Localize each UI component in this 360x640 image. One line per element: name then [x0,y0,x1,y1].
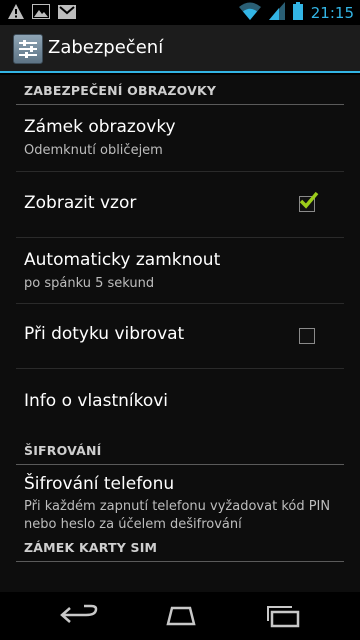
settings-icon[interactable] [13,34,43,64]
item-title: Zobrazit vzor [24,193,137,213]
item-summary: po spánku 5 sekund [24,276,155,291]
status-time: 21:15 [310,4,354,22]
recents-icon[interactable] [262,604,304,632]
item-title: Při dotyku vibrovat [24,324,185,344]
notification-icons [8,4,76,23]
section-header-sim-lock: ZÁMEK KARTY SIM [16,535,344,562]
warning-icon [8,4,24,23]
owner-info-item[interactable]: Info o vlastníkovi [16,369,344,435]
item-title: Zámek obrazovky [24,117,176,137]
image-icon [32,4,50,23]
gmail-icon [58,4,76,23]
item-summary: Odemknutí obličejem [24,143,163,158]
section-header-label: ŠIFROVÁNÍ [24,443,102,458]
screen-lock-item[interactable]: Zámek obrazovky Odemknutí obličejem [16,105,344,172]
system-icons: 21:15 [238,2,354,24]
section-header-label: ZABEZPEČENÍ OBRAZOVKY [24,83,217,98]
show-pattern-item[interactable]: Zobrazit vzor [16,172,344,238]
home-icon[interactable] [160,604,202,630]
section-header-screen-security: ZABEZPEČENÍ OBRAZOVKY [16,75,344,105]
signal-icon [268,2,285,24]
vibrate-on-touch-checkbox[interactable] [299,328,315,344]
page-title: Zabezpečení [48,37,164,58]
encrypt-phone-item[interactable]: Šifrování telefonu Při každém zapnutí te… [16,465,344,535]
auto-lock-item[interactable]: Automaticky zamknout po spánku 5 sekund [16,238,344,304]
section-header-label: ZÁMEK KARTY SIM [24,540,158,555]
item-summary-line2: nebo heslo za účelem dešifrování [24,517,242,532]
battery-icon [292,2,303,24]
item-title: Info o vlastníkovi [24,391,169,411]
item-title: Automaticky zamknout [24,250,221,270]
section-header-encryption: ŠIFROVÁNÍ [16,435,344,465]
action-bar: Zabezpečení [0,25,360,73]
wifi-icon [238,2,261,24]
navigation-bar [0,592,360,640]
show-pattern-checkbox[interactable] [299,191,319,212]
checkmark-icon [299,191,319,209]
settings-list: ZABEZPEČENÍ OBRAZOVKY Zámek obrazovky Od… [0,75,360,592]
item-summary-line1: Při každém zapnutí telefonu vyžadovat kó… [24,499,331,514]
status-bar: 21:15 [0,0,360,25]
vibrate-on-touch-item[interactable]: Při dotyku vibrovat [16,304,344,369]
back-icon[interactable] [58,604,100,630]
item-title: Šifrování telefonu [24,474,175,494]
